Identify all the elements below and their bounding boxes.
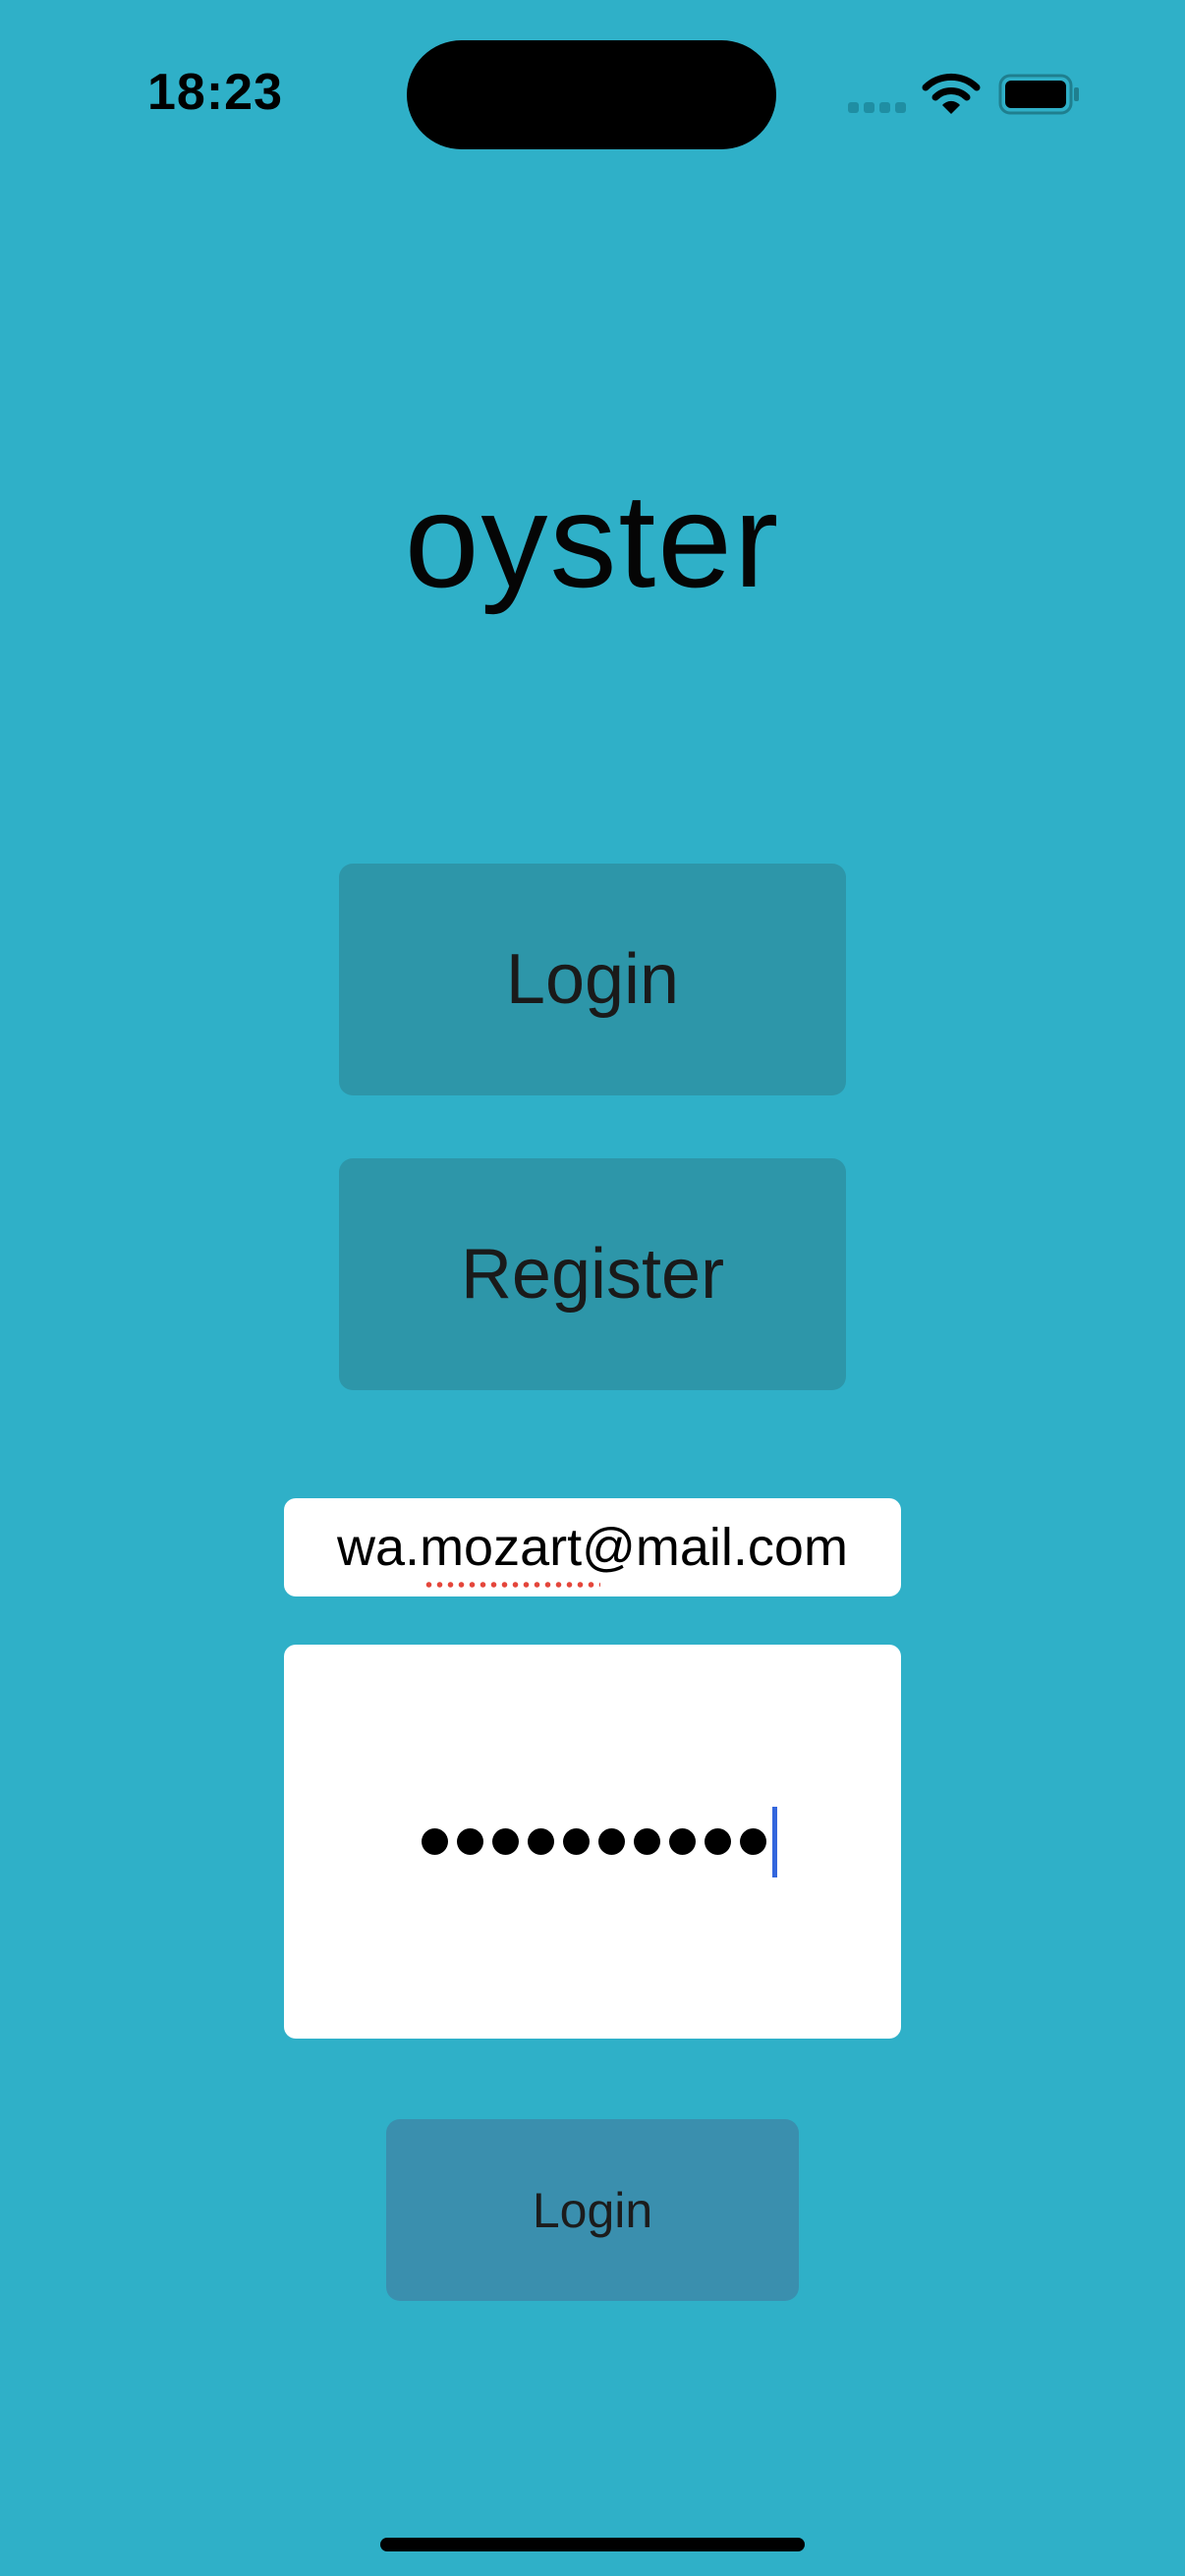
register-mode-button[interactable]: Register xyxy=(339,1158,846,1390)
app-title: oyster xyxy=(404,466,781,615)
password-dot xyxy=(634,1828,660,1855)
password-dot xyxy=(740,1828,766,1855)
password-dot xyxy=(669,1828,696,1855)
password-dot xyxy=(598,1828,625,1855)
password-field[interactable] xyxy=(284,1645,901,2039)
password-dot xyxy=(705,1828,731,1855)
email-value-wrap: wa.mozart@mail.com xyxy=(337,1517,848,1588)
password-dot xyxy=(563,1828,590,1855)
password-dot xyxy=(422,1828,448,1855)
home-indicator[interactable] xyxy=(380,2538,805,2551)
password-dot xyxy=(528,1828,554,1855)
cellular-signal-icon xyxy=(848,102,907,114)
battery-icon xyxy=(998,74,1079,115)
login-submit-label: Login xyxy=(532,2182,653,2238)
password-dot xyxy=(492,1828,519,1855)
spellcheck-underline xyxy=(423,1582,601,1588)
login-submit-button[interactable]: Login xyxy=(386,2119,799,2301)
email-field[interactable]: wa.mozart@mail.com xyxy=(284,1498,901,1596)
wifi-icon xyxy=(922,73,981,114)
email-value: wa.mozart@mail.com xyxy=(337,1518,848,1577)
password-dot xyxy=(457,1828,483,1855)
register-mode-label: Register xyxy=(460,1235,725,1314)
login-mode-button[interactable]: Login xyxy=(339,864,846,1095)
text-caret xyxy=(772,1806,777,1877)
password-masked-value xyxy=(422,1828,766,1855)
dynamic-island xyxy=(407,40,776,149)
login-mode-label: Login xyxy=(505,940,680,1019)
status-time: 18:23 xyxy=(147,64,283,121)
